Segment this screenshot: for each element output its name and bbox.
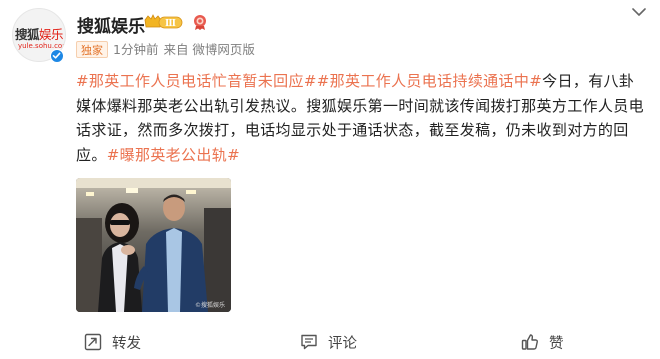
- action-bar: 转发 评论 赞: [0, 328, 660, 356]
- avatar-logo-text: 搜狐娱乐: [15, 27, 64, 42]
- comment-button[interactable]: 评论: [300, 328, 357, 356]
- comment-icon: [301, 334, 317, 350]
- image-watermark: ©搜狐娱乐: [194, 302, 225, 309]
- repost-icon: [84, 333, 102, 351]
- exclusive-tag: 独家: [76, 41, 108, 58]
- verified-icon: [50, 49, 64, 63]
- repost-label: 转发: [112, 335, 141, 352]
- topic-link[interactable]: #那英工作人员电话持续通话中#: [317, 72, 542, 90]
- post-text: #那英工作人员电话忙音暂未回应##那英工作人员电话持续通话中#今日，有八卦媒体爆…: [76, 69, 648, 167]
- topic-link[interactable]: #曝那英老公出轨#: [107, 146, 240, 164]
- comment-label: 评论: [328, 335, 357, 352]
- level-badge-icon[interactable]: Ⅲ: [143, 14, 183, 31]
- medal-icon[interactable]: [192, 14, 208, 31]
- repost-button[interactable]: 转发: [84, 328, 141, 356]
- svg-text:Ⅲ: Ⅲ: [165, 19, 176, 29]
- post-image[interactable]: ©搜狐娱乐: [76, 178, 231, 312]
- post-time[interactable]: 1分钟前: [113, 42, 158, 57]
- chevron-down-icon[interactable]: [631, 7, 647, 17]
- like-icon: [521, 334, 538, 350]
- like-label: 赞: [549, 335, 564, 352]
- like-button[interactable]: 赞: [521, 328, 564, 356]
- weibo-post-card: 搜狐娱乐 yule.sohu.com 搜狐娱乐 Ⅲ 独家 1分钟前 来自 微博网页…: [0, 0, 660, 359]
- account-name[interactable]: 搜狐娱乐: [77, 12, 145, 37]
- post-meta: 1分钟前 来自 微博网页版: [113, 41, 260, 58]
- post-source: 来自 微博网页版: [163, 42, 255, 57]
- topic-link[interactable]: #那英工作人员电话忙音暂未回应#: [76, 72, 317, 90]
